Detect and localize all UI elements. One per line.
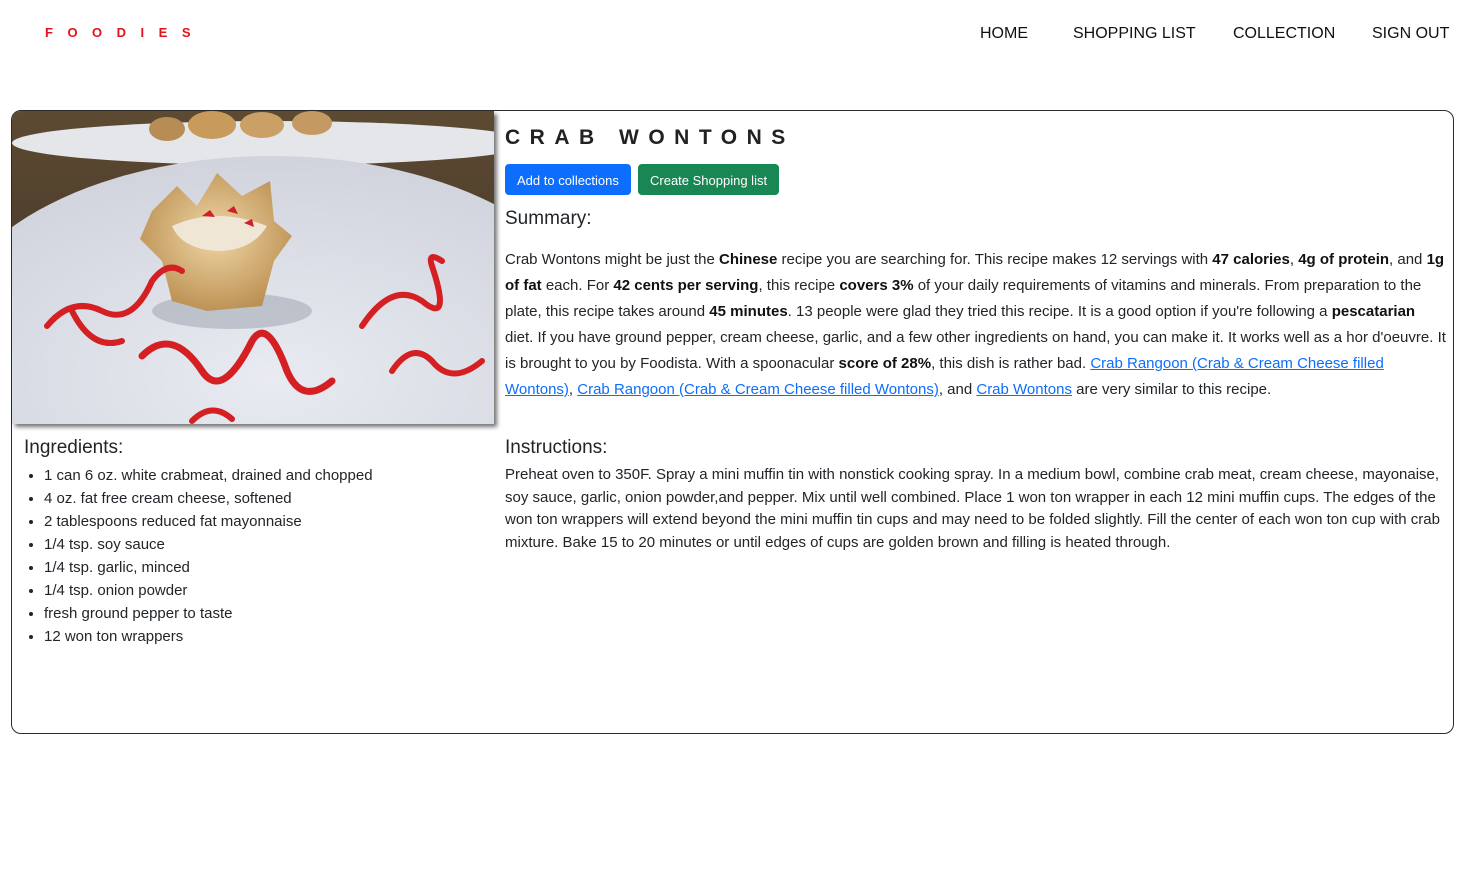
summary-text: Crab Wontons might be just the Chinese r… [505, 251, 1446, 398]
ingredient-item: 1/4 tsp. soy sauce [44, 533, 373, 556]
ingredient-item: 1/4 tsp. onion powder [44, 579, 373, 602]
recipe-title: CRAB WONTONS [505, 126, 795, 149]
recipe-image [12, 111, 494, 424]
ingredient-item: fresh ground pepper to taste [44, 602, 373, 625]
instructions-heading: Instructions: [505, 437, 608, 458]
ingredient-item: 2 tablespoons reduced fat mayonnaise [44, 510, 373, 533]
nav-sign-out[interactable]: SIGN OUT [1372, 24, 1449, 44]
ingredient-item: 4 oz. fat free cream cheese, softened [44, 487, 373, 510]
summary-heading: Summary: [505, 208, 592, 229]
nav-collection[interactable]: COLLECTION [1233, 24, 1335, 44]
ingredients-heading: Ingredients: [24, 437, 124, 458]
similar-recipe-link-3[interactable]: Crab Wontons [976, 381, 1072, 398]
brand-logo[interactable]: FOODIES [45, 25, 205, 41]
navbar: FOODIES HOME SHOPPING LIST COLLECTION SI… [0, 0, 1478, 68]
ingredient-item: 1 can 6 oz. white crabmeat, drained and … [44, 464, 373, 487]
similar-recipe-link-2[interactable]: Crab Rangoon (Crab & Cream Cheese filled… [577, 381, 939, 398]
add-to-collections-button[interactable]: Add to collections [505, 164, 631, 195]
nav-shopping-list[interactable]: SHOPPING LIST [1073, 24, 1196, 44]
nav-home[interactable]: HOME [980, 24, 1028, 44]
create-shopping-list-button[interactable]: Create Shopping list [638, 164, 780, 195]
instructions-text: Preheat oven to 350F. Spray a mini muffi… [505, 466, 1440, 552]
ingredient-item: 1/4 tsp. garlic, minced [44, 556, 373, 579]
ingredient-item: 12 won ton wrappers [44, 625, 373, 648]
ingredients-list: 1 can 6 oz. white crabmeat, drained and … [24, 464, 373, 648]
recipe-card: CRAB WONTONS Add to collections Create S… [11, 110, 1454, 734]
